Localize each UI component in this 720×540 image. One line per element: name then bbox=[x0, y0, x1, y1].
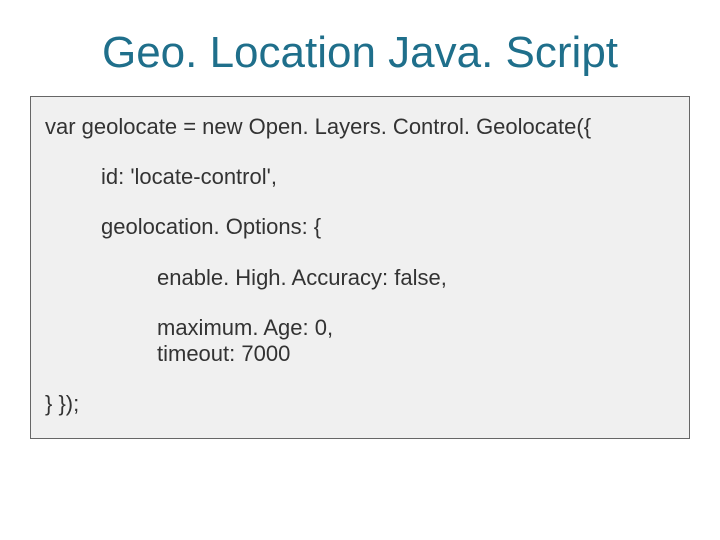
code-line-5: maximum. Age: 0, bbox=[45, 316, 675, 340]
slide: Geo. Location Java. Script var geolocate… bbox=[0, 0, 720, 540]
code-line-6: timeout: 7000 bbox=[45, 342, 675, 366]
code-line-3: geolocation. Options: { bbox=[45, 215, 675, 239]
code-line-7: } }); bbox=[45, 392, 675, 416]
code-line-1: var geolocate = new Open. Layers. Contro… bbox=[45, 115, 675, 139]
page-title: Geo. Location Java. Script bbox=[30, 28, 690, 78]
code-box: var geolocate = new Open. Layers. Contro… bbox=[30, 96, 690, 439]
code-line-4: enable. High. Accuracy: false, bbox=[45, 266, 675, 290]
code-line-2: id: 'locate-control', bbox=[45, 165, 675, 189]
